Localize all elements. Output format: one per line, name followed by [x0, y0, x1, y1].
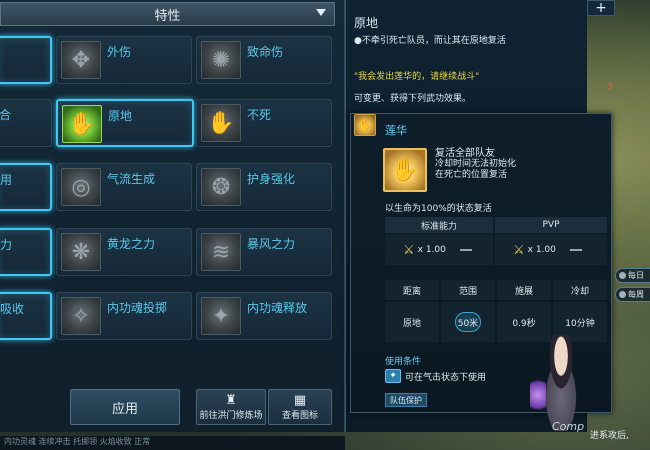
- pvp-multiplier: x 1.00: [527, 245, 556, 255]
- description-quote: "我会发出莲华的，请继续战斗": [354, 72, 480, 82]
- daily-label: 每日: [628, 271, 644, 280]
- talent-cell[interactable]: 用: [0, 163, 52, 211]
- soul-throw-icon: ✧: [61, 297, 101, 335]
- talent-label: 气流生成: [107, 172, 156, 186]
- talent-panel: 特性 ✥ 外伤 ✺ 致命伤 合 ✋ 原地 ✋ 不死 用 ◎ 气流生成 ❂ 护身强…: [0, 0, 345, 450]
- watermark: Comp: [552, 420, 585, 433]
- pvp-sword-icon: ⚔: [513, 242, 525, 258]
- talent-label: 不死: [247, 108, 272, 122]
- pvp-value: ⚔ x 1.00: [495, 235, 607, 265]
- talent-cell[interactable]: [0, 36, 52, 84]
- stat-value-range: 50米: [441, 302, 495, 342]
- hp-note: 以生命为100%的状态复活: [385, 204, 492, 214]
- stat-header-cooldown: 冷却: [553, 280, 607, 300]
- description-effect: ●不牵引死亡队员，而让其在原地复活: [354, 36, 506, 46]
- talent-label: 吸收: [0, 302, 25, 316]
- description-title: 原地: [354, 16, 379, 30]
- talent-label: 用: [0, 173, 13, 187]
- party-protect-tag: 队伍保护: [385, 393, 427, 407]
- in-place-icon: ✋: [62, 105, 102, 143]
- stat-value-cast: 0.9秒: [497, 302, 551, 342]
- skill-name: 莲华: [385, 124, 407, 137]
- talent-cell-yellow-dragon[interactable]: ❋ 黄龙之力: [56, 228, 192, 276]
- talent-header[interactable]: 特性: [0, 2, 335, 26]
- range-badge: 50米: [455, 312, 481, 332]
- map-marker: 3: [607, 82, 613, 92]
- use-condition-text: 可在气击状态下使用: [405, 372, 487, 383]
- stat-header-range: 范围: [441, 280, 495, 300]
- crossed-swords-icon: ⚔: [403, 242, 415, 258]
- talent-label: 护身强化: [247, 172, 296, 186]
- talent-label: 外伤: [107, 45, 132, 59]
- dash-icon: [569, 249, 582, 251]
- world-text: 进系攻后,: [590, 431, 629, 441]
- view-icons-button[interactable]: ▦ 查看图标: [268, 389, 332, 425]
- stat-header-cast: 施展: [497, 280, 551, 300]
- talent-cell-soul-release[interactable]: ✦ 内功魂释放: [196, 292, 332, 340]
- talent-label: 力: [0, 238, 13, 252]
- talent-cell-soul-throw[interactable]: ✧ 内功魂投掷: [56, 292, 192, 340]
- lotus-hand-icon: ✋: [354, 114, 376, 136]
- talent-cell-storm[interactable]: ≋ 暴风之力: [196, 228, 332, 276]
- talent-label: 黄龙之力: [107, 237, 156, 251]
- talent-cell-in-place[interactable]: ✋ 原地: [56, 99, 194, 147]
- talent-label: 暴风之力: [247, 237, 296, 251]
- talent-cell[interactable]: 吸收: [0, 292, 52, 340]
- yellow-dragon-icon: ❋: [61, 233, 101, 271]
- airflow-icon: ◎: [61, 168, 101, 206]
- castle-icon: ♜: [225, 392, 237, 408]
- weekly-label: 每周: [628, 290, 644, 299]
- wound-icon: ✥: [61, 41, 101, 79]
- talent-label: 致命伤: [247, 45, 284, 59]
- talent-cell-airflow[interactable]: ◎ 气流生成: [56, 163, 192, 211]
- clock-icon: [619, 291, 626, 298]
- std-ability-value: ⚔ x 1.00: [385, 235, 493, 265]
- talent-label: 内功魂释放: [247, 301, 308, 315]
- soul-release-icon: ✦: [201, 297, 241, 335]
- skill-effects: 复活全部队友 冷却时间无法初始化 在死亡的位置复活: [435, 148, 516, 181]
- pvp-header: PVP: [495, 217, 607, 233]
- effect-line: 冷却时间无法初始化: [435, 159, 517, 169]
- qi-strike-icon: ✦: [385, 369, 401, 383]
- talent-label: 内功魂投掷: [107, 301, 168, 315]
- dropdown-caret-icon[interactable]: [316, 9, 326, 16]
- std-ability-header: 标准能力: [385, 217, 493, 233]
- lotus-hand-large-icon: ✋: [383, 148, 427, 192]
- apply-label: 应用: [111, 401, 138, 417]
- effect-line: 在死亡的位置复活: [435, 170, 508, 180]
- talent-cell-fatal-wound[interactable]: ✺ 致命伤: [196, 36, 332, 84]
- stat-header-distance: 距离: [385, 280, 439, 300]
- go-training-label: 前往洪门修炼场: [199, 410, 263, 421]
- use-condition: ✦ 可在气击状态下使用: [385, 369, 486, 383]
- talent-cell[interactable]: 力: [0, 228, 52, 276]
- storm-icon: ≋: [201, 233, 241, 271]
- daily-badge[interactable]: 每日: [615, 268, 650, 283]
- talent-cell[interactable]: 合: [0, 99, 52, 147]
- talent-label: 合: [0, 108, 12, 122]
- skill-bar-strip: 内功灵魂 连续冲击 托掷领 火焰收致 正常: [0, 436, 345, 450]
- grid-icon: ▦: [293, 392, 307, 408]
- talent-cell-body-guard[interactable]: ❂ 护身强化: [196, 163, 332, 211]
- undying-icon: ✋: [201, 104, 241, 142]
- fatal-wound-icon: ✺: [201, 41, 241, 79]
- dash-icon: [459, 249, 472, 251]
- apply-button[interactable]: 应用: [70, 389, 180, 425]
- body-guard-icon: ❂: [201, 168, 241, 206]
- talent-cell-undying[interactable]: ✋ 不死: [196, 99, 332, 147]
- stat-value-distance: 原地: [385, 302, 439, 342]
- go-training-button[interactable]: ♜ 前往洪门修炼场: [196, 389, 266, 425]
- talent-header-title: 特性: [154, 8, 181, 24]
- use-condition-label: 使用条件: [385, 357, 422, 367]
- clock-icon: [619, 272, 626, 279]
- effect-line: 复活全部队友: [435, 148, 495, 159]
- talent-label: 原地: [108, 109, 133, 123]
- std-multiplier: x 1.00: [417, 245, 446, 255]
- talent-cell-wound[interactable]: ✥ 外伤: [56, 36, 192, 84]
- weekly-badge[interactable]: 每周: [615, 287, 650, 302]
- chibi-character: [535, 335, 587, 431]
- expand-button[interactable]: +: [587, 0, 615, 16]
- view-icons-label: 查看图标: [281, 410, 318, 421]
- description-note: 可变更、获得下列武功效果。: [354, 94, 472, 104]
